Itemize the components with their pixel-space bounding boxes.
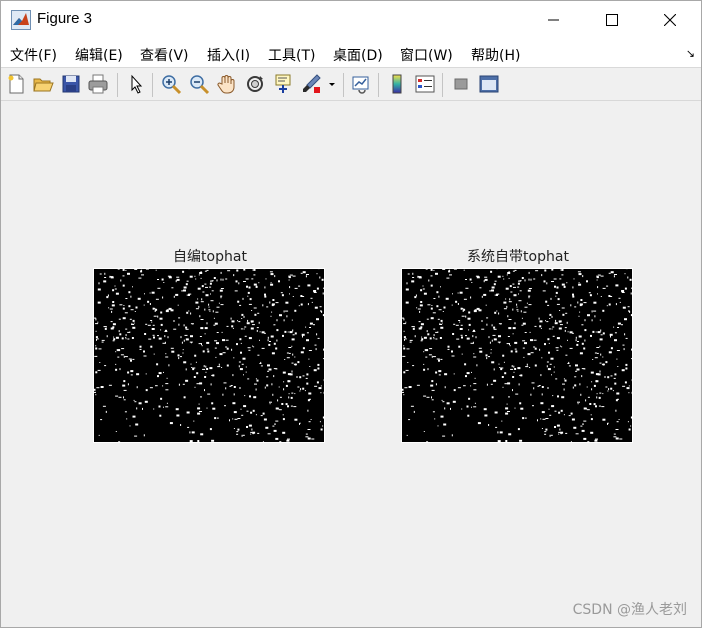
pan-hand-icon[interactable] bbox=[216, 73, 238, 95]
menu-file[interactable]: 文件(F) bbox=[10, 45, 57, 65]
title-bar: Figure 3 bbox=[1, 1, 701, 39]
menu-view[interactable]: 查看(V) bbox=[140, 45, 189, 65]
axes-1-title: 自编tophat bbox=[173, 249, 247, 265]
dock-arrow-icon[interactable]: ↘ bbox=[686, 47, 695, 60]
zoom-in-icon[interactable] bbox=[160, 73, 182, 95]
axes-2-title: 系统自带tophat bbox=[467, 249, 569, 265]
toolbar-separator bbox=[117, 73, 118, 97]
toolbar-separator bbox=[152, 73, 153, 97]
toolbar-separator bbox=[442, 73, 443, 97]
zoom-out-icon[interactable] bbox=[188, 73, 210, 95]
menu-window[interactable]: 窗口(W) bbox=[400, 45, 453, 65]
new-figure-icon[interactable] bbox=[5, 73, 27, 95]
matlab-logo-icon bbox=[11, 10, 31, 30]
open-file-icon[interactable] bbox=[32, 73, 54, 95]
figure-toolbar bbox=[1, 68, 701, 101]
brush-dropdown-icon[interactable] bbox=[326, 73, 338, 95]
save-icon[interactable] bbox=[60, 73, 82, 95]
pointer-icon[interactable] bbox=[125, 73, 147, 95]
axes-2-image[interactable] bbox=[401, 268, 633, 443]
menu-tools[interactable]: 工具(T) bbox=[268, 45, 315, 65]
tophat-image-2 bbox=[401, 268, 633, 443]
link-plot-icon[interactable] bbox=[350, 73, 372, 95]
legend-icon[interactable] bbox=[414, 73, 436, 95]
print-icon[interactable] bbox=[87, 73, 109, 95]
close-icon bbox=[664, 14, 676, 26]
menu-edit[interactable]: 编辑(E) bbox=[75, 45, 123, 65]
hide-plot-tools-icon[interactable] bbox=[450, 73, 472, 95]
minimize-icon bbox=[548, 19, 559, 21]
minimize-button[interactable] bbox=[531, 1, 577, 39]
rotate-3d-icon[interactable] bbox=[244, 73, 266, 95]
brush-icon[interactable] bbox=[300, 73, 322, 95]
maximize-button[interactable] bbox=[589, 1, 635, 39]
toolbar-separator bbox=[378, 73, 379, 97]
menu-insert[interactable]: 插入(I) bbox=[207, 45, 250, 65]
show-plot-tools-icon[interactable] bbox=[478, 73, 500, 95]
maximize-icon bbox=[606, 14, 618, 26]
menu-desktop[interactable]: 桌面(D) bbox=[333, 45, 383, 65]
menu-bar: 文件(F) 编辑(E) 查看(V) 插入(I) 工具(T) 桌面(D) 窗口(W… bbox=[1, 39, 701, 68]
menu-help[interactable]: 帮助(H) bbox=[471, 45, 520, 65]
watermark: CSDN @渔人老刘 bbox=[572, 602, 687, 618]
colorbar-icon[interactable] bbox=[386, 73, 408, 95]
figure-window: Figure 3 文件(F) 编辑(E) 查看(V) 插入(I) 工具(T) 桌… bbox=[0, 0, 702, 628]
axes-1-image[interactable] bbox=[93, 268, 325, 443]
data-cursor-icon[interactable] bbox=[272, 73, 294, 95]
close-button[interactable] bbox=[647, 1, 693, 39]
toolbar-separator bbox=[343, 73, 344, 97]
window-title: Figure 3 bbox=[37, 10, 93, 27]
tophat-image-1 bbox=[93, 268, 325, 443]
